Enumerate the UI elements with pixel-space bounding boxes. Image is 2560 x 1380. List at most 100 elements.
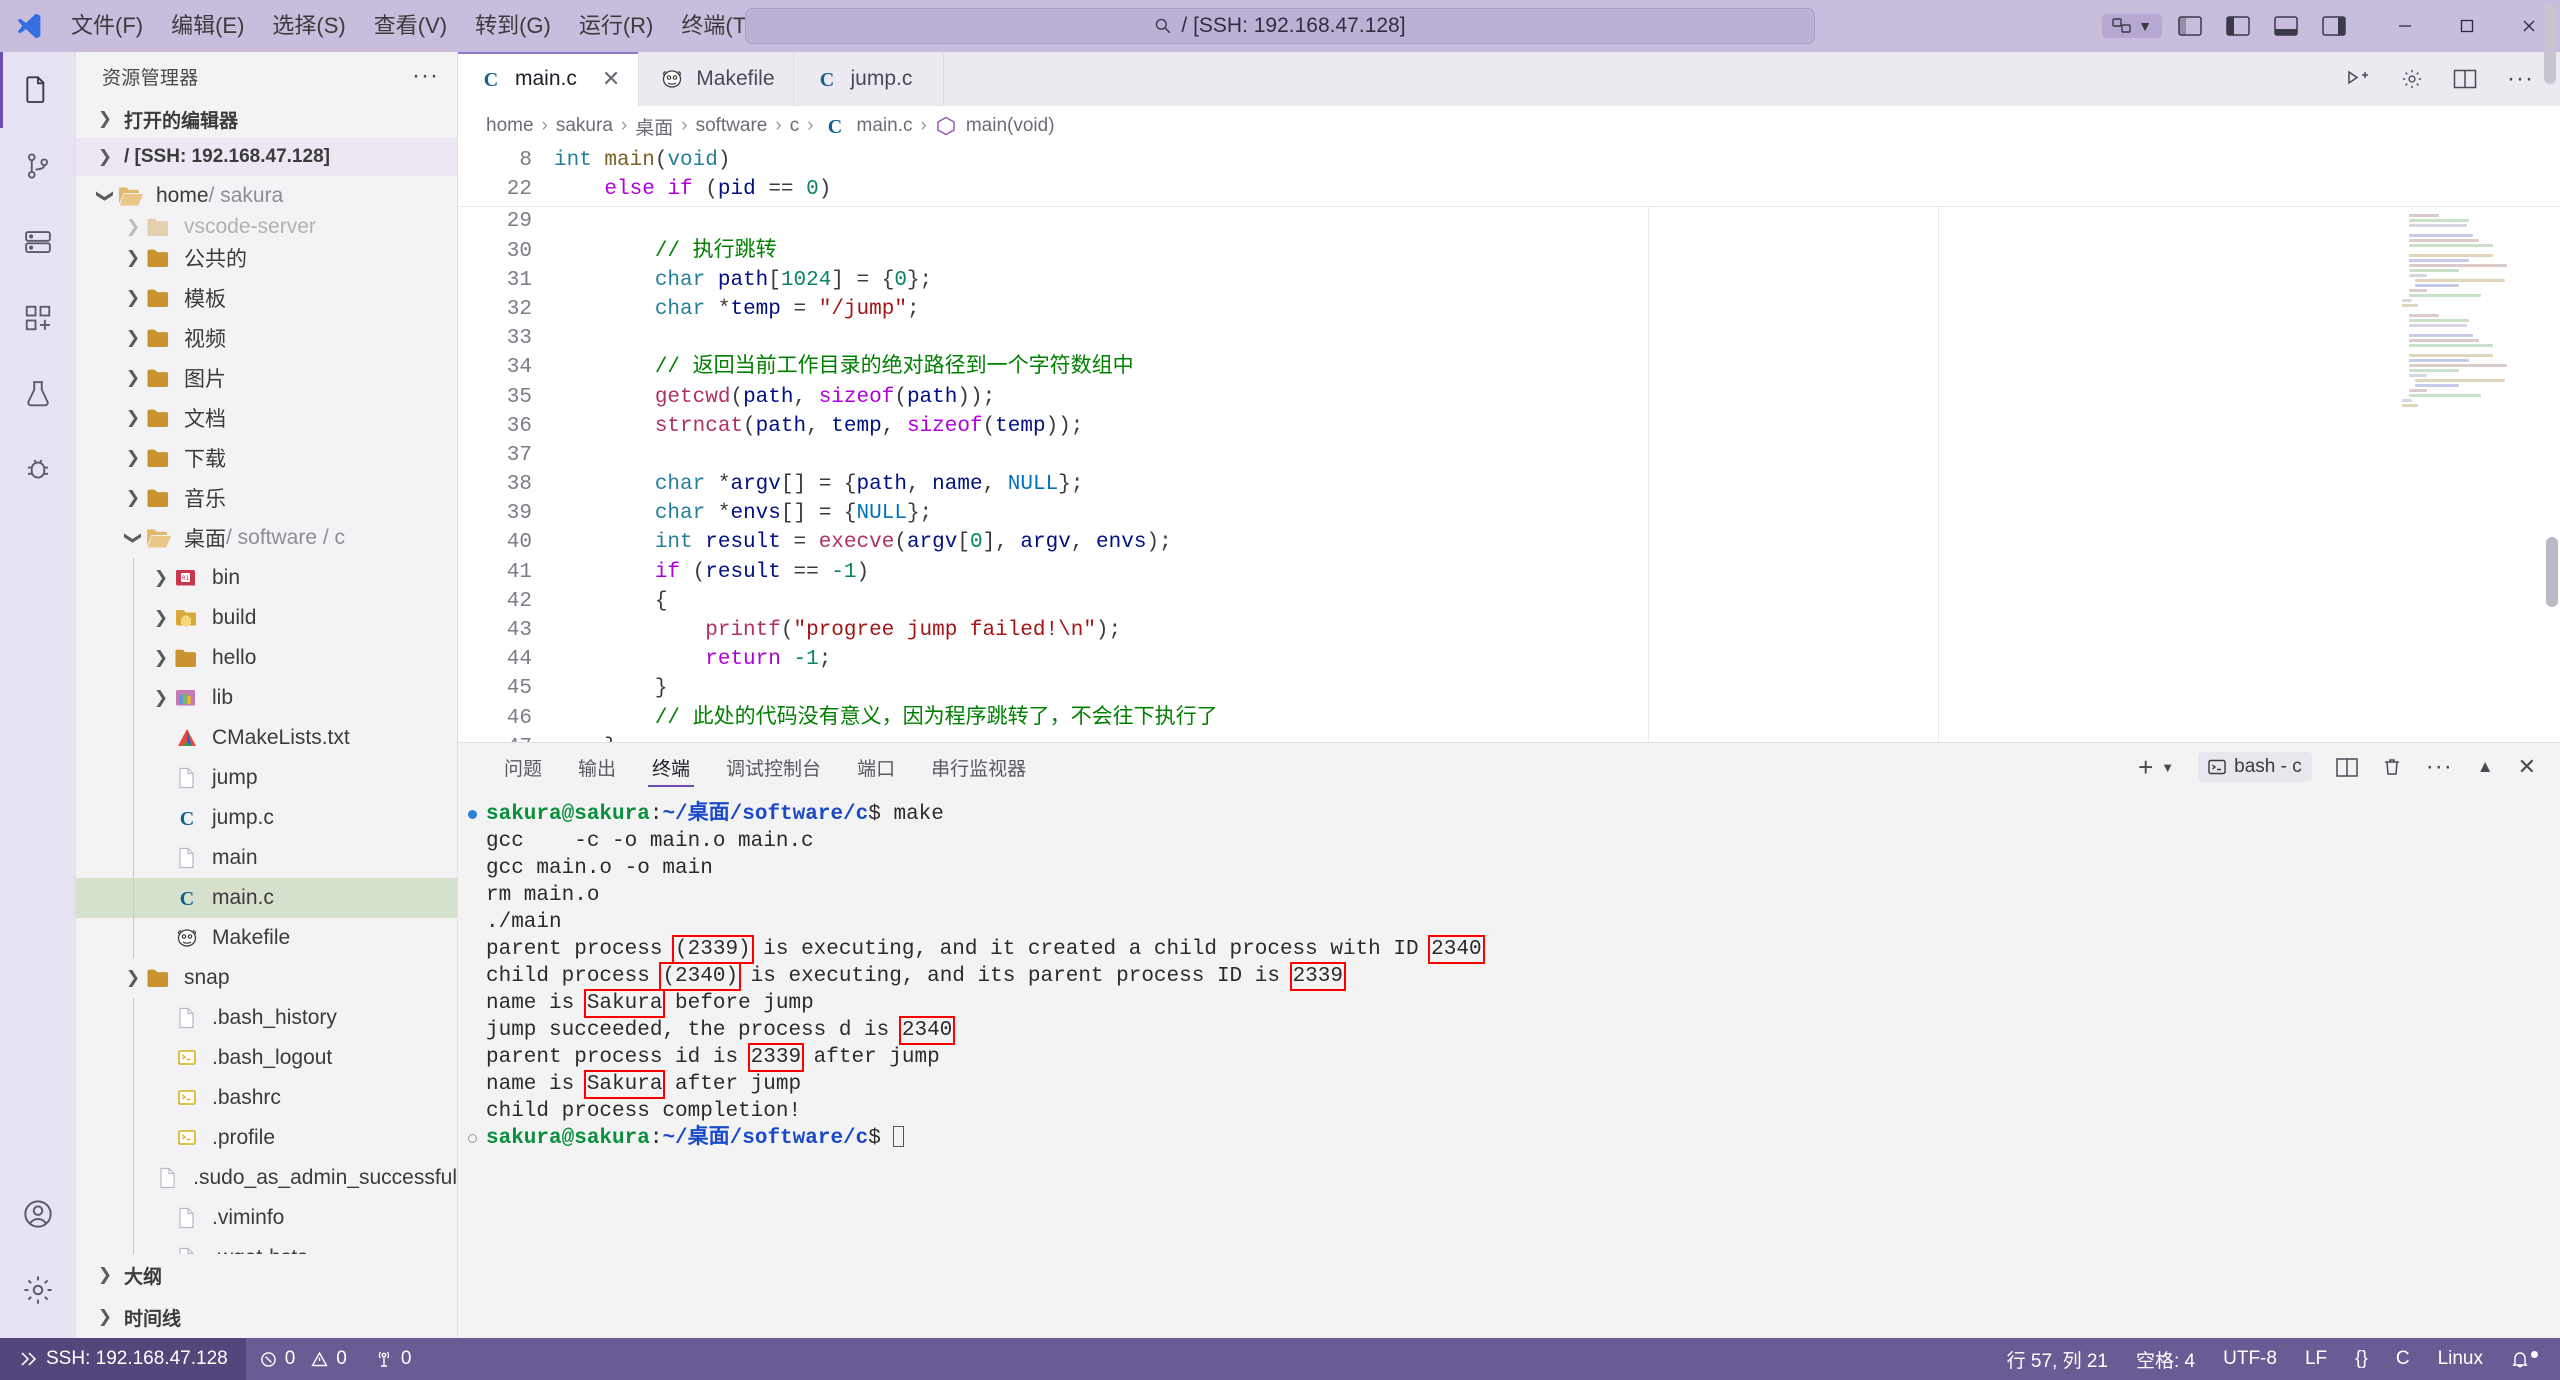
status-formatter[interactable]: {} — [2341, 1338, 2382, 1380]
code-line[interactable]: 29 — [458, 207, 2560, 236]
breadcrumb-item-home[interactable]: home — [486, 115, 534, 137]
breadcrumb-item-桌面[interactable]: 桌面 — [635, 113, 673, 140]
section-timeline[interactable]: ❯ 时间线 — [76, 1296, 457, 1338]
code-line[interactable]: 30 // 执行跳转 — [458, 237, 2560, 266]
code-lines-area[interactable]: 29 30 // 执行跳转 31 char path[1024] = {0}; 32 … — [458, 207, 2560, 742]
tree-file-.profile[interactable]: .profile — [76, 1118, 457, 1158]
menu-file[interactable]: 文件(F) — [58, 7, 156, 45]
tree-folder-snap[interactable]: ❯ snap — [76, 958, 457, 998]
code-line[interactable]: 39 char *envs[] = {NULL}; — [458, 499, 2560, 528]
split-editor-icon[interactable] — [2453, 69, 2477, 89]
status-language-mode[interactable]: C — [2382, 1338, 2424, 1380]
code-line[interactable]: 43 printf("progree jump failed!\n"); — [458, 616, 2560, 645]
activity-item-accounts[interactable] — [0, 1176, 76, 1252]
source-code[interactable]: 29 30 // 执行跳转 31 char path[1024] = {0}; 32 … — [458, 207, 2560, 742]
tree-file-.bash_history[interactable]: .bash_history — [76, 998, 457, 1038]
chevron-up-icon[interactable]: ▲ — [2477, 757, 2494, 777]
close-icon[interactable]: ✕ — [602, 66, 620, 92]
gear-icon[interactable] — [2401, 68, 2423, 90]
activity-item-explorer[interactable] — [0, 52, 76, 128]
tree-folder-文档[interactable]: ❯ 文档 — [76, 398, 457, 438]
tree-file-.bashrc[interactable]: .bashrc — [76, 1078, 457, 1118]
panel-tab-ports[interactable]: 端口 — [839, 743, 913, 791]
trash-icon[interactable] — [2382, 757, 2402, 777]
tree-file-CMakeLists.txt[interactable]: CMakeLists.txt — [76, 718, 457, 758]
status-encoding[interactable]: UTF-8 — [2209, 1338, 2291, 1380]
menu-view[interactable]: 查看(V) — [361, 7, 460, 45]
tree-file-.viminfo[interactable]: .viminfo — [76, 1198, 457, 1238]
status-ports[interactable]: 0 — [361, 1338, 426, 1380]
tree-folder-vscode-server[interactable]: ❯ vscode-server — [76, 216, 457, 238]
tree-folder-bin[interactable]: ❯ 01 bin — [76, 558, 457, 598]
code-line[interactable]: 8 int main(void) — [458, 146, 2560, 175]
section-outline[interactable]: ❯ 大纲 — [76, 1254, 457, 1296]
code-line[interactable]: 42 { — [458, 587, 2560, 616]
breadcrumb-item-c[interactable]: c — [790, 115, 800, 137]
close-icon[interactable]: ✕ — [2518, 754, 2536, 780]
terminal-output[interactable]: sakura@sakura:~/桌面/software/c$ make gcc -… — [458, 791, 2560, 1338]
activity-item-settings[interactable] — [0, 1252, 76, 1328]
panel-tab-serial-monitor[interactable]: 串行监视器 — [913, 743, 1044, 791]
tree-file-Makefile[interactable]: Makefile — [76, 918, 457, 958]
panel-tab-terminal[interactable]: 终端 — [634, 743, 708, 791]
tree-file-main[interactable]: main — [76, 838, 457, 878]
chevron-down-icon[interactable]: ▼ — [2161, 760, 2174, 775]
tree-file-.bash_logout[interactable]: .bash_logout — [76, 1038, 457, 1078]
ellipsis-icon[interactable]: ··· — [412, 62, 439, 90]
tree-folder-build[interactable]: ❯ build — [76, 598, 457, 638]
status-cursor-position[interactable]: 行 57, 列 21 — [1993, 1338, 2122, 1380]
code-line[interactable]: 47 } — [458, 733, 2560, 742]
breadcrumb-item-main.c[interactable]: Cmain.c — [822, 114, 912, 138]
tree-folder-公共的[interactable]: ❯ 公共的 — [76, 238, 457, 278]
code-line[interactable]: 41 if (result == -1) — [458, 558, 2560, 587]
section-open-editors[interactable]: ❯ 打开的编辑器 — [76, 100, 457, 138]
tree-folder-下载[interactable]: ❯ 下载 — [76, 438, 457, 478]
maximize-button[interactable] — [2436, 0, 2498, 52]
panel-tab-output[interactable]: 输出 — [560, 743, 634, 791]
tree-folder-hello[interactable]: ❯ hello — [76, 638, 457, 678]
status-eol[interactable]: LF — [2291, 1338, 2341, 1380]
tree-folder-视频[interactable]: ❯ 视频 — [76, 318, 457, 358]
ellipsis-icon[interactable]: ··· — [2507, 65, 2534, 93]
code-line[interactable]: 32 char *temp = "/jump"; — [458, 295, 2560, 324]
layout-sidebar-right-icon[interactable] — [2322, 16, 2346, 36]
code-line[interactable]: 45 } — [458, 674, 2560, 703]
tree-file-jump.c[interactable]: Cjump.c — [76, 798, 457, 838]
code-line[interactable]: 37 — [458, 441, 2560, 470]
editor-tab-main.c[interactable]: Cmain.c ✕ — [458, 52, 640, 106]
layout-sidebar-left-icon[interactable] — [2226, 16, 2250, 36]
breadcrumb-item-software[interactable]: software — [696, 115, 768, 137]
code-line[interactable]: 34 // 返回当前工作目录的绝对路径到一个字符数组中 — [458, 353, 2560, 382]
minimize-button[interactable] — [2374, 0, 2436, 52]
tree-folder-lib[interactable]: ❯ lib — [76, 678, 457, 718]
plus-icon[interactable]: + — [2138, 752, 2153, 783]
tree-file-.sudo_as_admin_successful[interactable]: .sudo_as_admin_successful — [76, 1158, 457, 1198]
code-line[interactable]: 31 char path[1024] = {0}; — [458, 266, 2560, 295]
editor-tab-Makefile[interactable]: Makefile — [639, 52, 794, 106]
menu-selection[interactable]: 选择(S) — [259, 7, 358, 45]
ellipsis-icon[interactable]: ··· — [2426, 753, 2453, 781]
split-horizontal-icon[interactable] — [2336, 757, 2358, 777]
editor-tab-jump.c[interactable]: Cjump.c — [794, 52, 944, 106]
tree-file-.wget-hsts[interactable]: .wget-hsts — [76, 1238, 457, 1254]
activity-item-testing[interactable] — [0, 356, 76, 432]
terminal-scrollbar-thumb[interactable] — [2544, 4, 2556, 84]
status-problems[interactable]: 0 0 — [246, 1338, 361, 1380]
code-editor[interactable]: 8 int main(void) 22 else if (pid == 0) 29 3… — [458, 146, 2560, 742]
panel-tab-debug-console[interactable]: 调试控制台 — [708, 743, 839, 791]
activity-item-remote-explorer[interactable] — [0, 204, 76, 280]
tree-folder-home[interactable]: ❯ home / sakura — [76, 176, 457, 216]
section-ssh-root[interactable]: ❯ / [SSH: 192.168.47.128] — [76, 138, 457, 176]
tree-folder-桌面[interactable]: ❯ 桌面 / software / c — [76, 518, 457, 558]
panel-tab-problems[interactable]: 问题 — [486, 743, 560, 791]
tree-folder-模板[interactable]: ❯ 模板 — [76, 278, 457, 318]
menu-edit[interactable]: 编辑(E) — [158, 7, 257, 45]
status-platform[interactable]: Linux — [2424, 1338, 2497, 1380]
menu-run[interactable]: 运行(R) — [566, 7, 667, 45]
code-line[interactable]: 46 // 此处的代码没有意义，因为程序跳转了，不会往下执行了 — [458, 704, 2560, 733]
run-split-icon[interactable] — [2345, 68, 2371, 90]
breadcrumb-item-sakura[interactable]: sakura — [556, 115, 613, 137]
file-tree[interactable]: ❯ home / sakura ❯ vscode-server ❯ 公共的 ❯ 模板 ❯ 视频 ❯ 图片… — [76, 176, 457, 1254]
status-remote-indicator[interactable]: SSH: 192.168.47.128 — [0, 1338, 246, 1380]
tree-folder-音乐[interactable]: ❯ 音乐 — [76, 478, 457, 518]
